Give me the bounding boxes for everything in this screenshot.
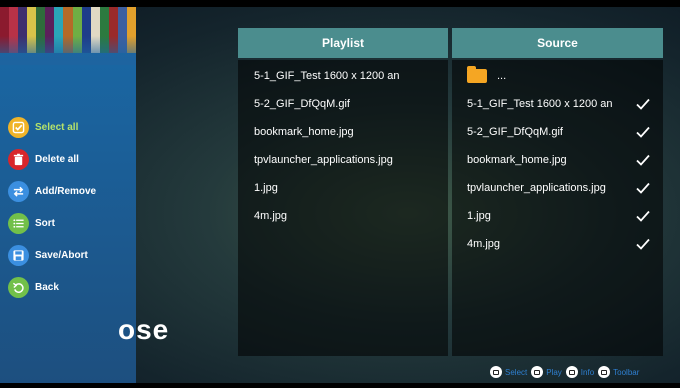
background-page-title: ose xyxy=(118,314,170,345)
source-panel: Source ... 5-1_GIF_Test 1600 x 1200 an 5… xyxy=(452,28,663,356)
menu-item-label: Add/Remove xyxy=(35,185,97,197)
hint-play: Play xyxy=(531,366,562,378)
playlist-item-label: tpvlauncher_applications.jpg xyxy=(254,154,393,166)
source-item-label: 4m.jpg xyxy=(467,238,501,250)
playlist-item[interactable]: bookmark_home.jpg xyxy=(238,118,448,146)
sidebar-banner-shade xyxy=(0,7,136,65)
menu-item-label: Sort xyxy=(35,217,55,229)
playlist-item-label: bookmark_home.jpg xyxy=(254,126,354,138)
play-key-icon xyxy=(531,366,544,378)
playlist-item-label: 1.jpg xyxy=(254,182,278,194)
menu-item-label: Select all xyxy=(35,121,79,133)
menu-item-label: Delete all xyxy=(35,153,79,165)
folder-label: ... xyxy=(497,70,507,82)
hint-label: Info xyxy=(580,367,595,377)
playlist-header: Playlist xyxy=(238,28,448,58)
playlist-item[interactable]: 1.jpg xyxy=(238,174,448,202)
save-icon xyxy=(8,244,29,266)
menu-item-delete-all[interactable]: Delete all xyxy=(8,143,96,175)
menu-item-select-all[interactable]: Select all xyxy=(8,111,96,143)
letterbox-top xyxy=(0,0,680,7)
letterbox-bottom xyxy=(0,383,680,388)
hint-label: Play xyxy=(546,367,562,377)
playlist-item[interactable]: 4m.jpg xyxy=(238,202,448,230)
source-parent-folder[interactable]: ... xyxy=(452,62,663,90)
source-item[interactable]: 1.jpg xyxy=(452,202,663,230)
folder-icon xyxy=(467,66,487,83)
select-key-icon xyxy=(490,366,502,378)
playlist-panel: Playlist 5-1_GIF_Test 1600 x 1200 an 5-2… xyxy=(238,28,448,356)
menu-item-add-remove[interactable]: Add/Remove xyxy=(8,175,96,207)
source-item[interactable]: 4m.jpg xyxy=(452,230,663,258)
source-item[interactable]: 5-1_GIF_Test 1600 x 1200 an xyxy=(452,90,663,118)
playlist-item-label: 5-1_GIF_Test 1600 x 1200 an xyxy=(254,70,400,82)
list-icon xyxy=(8,212,29,234)
check-icon xyxy=(8,116,29,138)
swap-arrows-icon xyxy=(8,180,29,202)
source-item-label: bookmark_home.jpg xyxy=(467,154,567,166)
source-item-label: 5-2_GIF_DfQqM.gif xyxy=(467,126,563,138)
menu-item-label: Save/Abort xyxy=(35,249,88,261)
menu-item-save-abort[interactable]: Save/Abort xyxy=(8,239,96,271)
sidebar-menu: Select all Delete all Add/Remove Sort Sa… xyxy=(8,111,96,303)
source-item[interactable]: bookmark_home.jpg xyxy=(452,146,663,174)
hint-label: Toolbar xyxy=(613,367,640,377)
checkmark-icon xyxy=(636,126,650,138)
sidebar: Select all Delete all Add/Remove Sort Sa… xyxy=(0,7,136,383)
hint-toolbar: Toolbar xyxy=(598,366,639,378)
playlist-item-label: 4m.jpg xyxy=(254,210,288,222)
trash-icon xyxy=(8,148,29,170)
playlist-item[interactable]: tpvlauncher_applications.jpg xyxy=(238,146,448,174)
checkmark-icon xyxy=(636,154,650,166)
info-key-icon xyxy=(565,366,578,378)
source-item-label: tpvlauncher_applications.jpg xyxy=(467,182,606,194)
hint-label: Select xyxy=(505,367,528,377)
source-item[interactable]: tpvlauncher_applications.jpg xyxy=(452,174,663,202)
toolbar-key-icon xyxy=(598,366,611,378)
checkmark-icon xyxy=(636,238,650,250)
checkmark-icon xyxy=(636,210,650,222)
source-list: ... 5-1_GIF_Test 1600 x 1200 an 5-2_GIF_… xyxy=(452,60,663,356)
remote-key-hints: Select Play Info Toolbar xyxy=(490,366,643,378)
hint-select: Select xyxy=(490,366,527,378)
playlist-list: 5-1_GIF_Test 1600 x 1200 an 5-2_GIF_DfQq… xyxy=(238,60,448,356)
source-item-label: 5-1_GIF_Test 1600 x 1200 an xyxy=(467,98,613,110)
back-icon xyxy=(8,276,29,298)
source-item-label: 1.jpg xyxy=(467,210,491,222)
source-header: Source xyxy=(452,28,663,58)
menu-item-sort[interactable]: Sort xyxy=(8,207,96,239)
playlist-item-label: 5-2_GIF_DfQqM.gif xyxy=(254,98,350,110)
source-item[interactable]: 5-2_GIF_DfQqM.gif xyxy=(452,118,663,146)
checkmark-icon xyxy=(636,98,650,110)
hint-info: Info xyxy=(565,366,595,378)
checkmark-icon xyxy=(636,182,650,194)
playlist-item[interactable]: 5-1_GIF_Test 1600 x 1200 an xyxy=(238,62,448,90)
menu-item-back[interactable]: Back xyxy=(8,271,96,303)
playlist-item[interactable]: 5-2_GIF_DfQqM.gif xyxy=(238,90,448,118)
menu-item-label: Back xyxy=(35,281,59,293)
